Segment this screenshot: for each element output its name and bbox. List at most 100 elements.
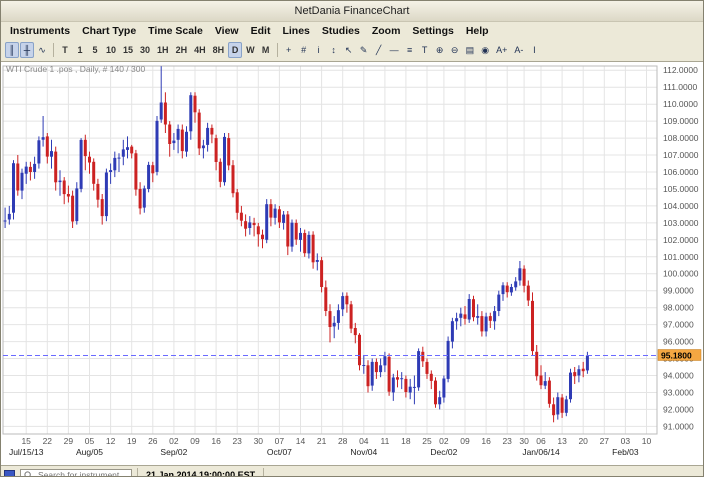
zoom-out-icon[interactable]: ⊖	[448, 42, 462, 58]
period-button-1h[interactable]: 1H	[154, 42, 172, 58]
svg-text:Sep/02: Sep/02	[160, 447, 187, 457]
svg-text:98.0000: 98.0000	[663, 303, 694, 313]
menu-chart-type[interactable]: Chart Type	[76, 24, 142, 38]
bar-chart-icon[interactable]: ╫	[20, 42, 34, 58]
toolbar-separator	[277, 43, 278, 57]
pencil-icon[interactable]: ✎	[357, 42, 371, 58]
statusbar-app-icon	[4, 470, 15, 477]
svg-text:14: 14	[296, 436, 306, 446]
period-button-10m[interactable]: 10	[103, 42, 119, 58]
period-button-2h[interactable]: 2H	[173, 42, 191, 58]
svg-text:111.0000: 111.0000	[663, 82, 697, 92]
period-button-5m[interactable]: 5	[88, 42, 102, 58]
menu-settings[interactable]: Settings	[406, 24, 459, 38]
svg-text:106.0000: 106.0000	[663, 167, 699, 177]
svg-text:19: 19	[127, 436, 137, 446]
period-button-daily[interactable]: D	[228, 42, 242, 58]
candlestick-chart[interactable]: 91.000092.000093.000094.000095.000096.00…	[1, 62, 703, 460]
font-increase-icon[interactable]: A+	[493, 42, 510, 58]
svg-text:107.0000: 107.0000	[663, 150, 699, 160]
menu-studies[interactable]: Studies	[316, 24, 366, 38]
period-button-weekly[interactable]: W	[243, 42, 258, 58]
menu-lines[interactable]: Lines	[276, 24, 315, 38]
svg-text:93.0000: 93.0000	[663, 388, 694, 398]
svg-text:92.0000: 92.0000	[663, 404, 694, 414]
zoom-in-icon[interactable]: ⊕	[433, 42, 447, 58]
svg-text:10: 10	[642, 436, 652, 446]
svg-text:13: 13	[557, 436, 567, 446]
svg-text:09: 09	[460, 436, 470, 446]
search-input[interactable]	[36, 469, 130, 477]
svg-text:16: 16	[481, 436, 491, 446]
svg-text:Oct/07: Oct/07	[267, 447, 292, 457]
svg-text:94.0000: 94.0000	[663, 371, 694, 381]
svg-text:102.0000: 102.0000	[663, 235, 699, 245]
period-button-monthly[interactable]: M	[259, 42, 273, 58]
svg-text:99.0000: 99.0000	[663, 286, 694, 296]
svg-text:22: 22	[43, 436, 53, 446]
svg-text:108.0000: 108.0000	[663, 133, 699, 143]
svg-text:Dec/02: Dec/02	[430, 447, 457, 457]
menu-help[interactable]: Help	[460, 24, 495, 38]
svg-text:21: 21	[317, 436, 327, 446]
svg-text:96.0000: 96.0000	[663, 337, 694, 347]
svg-text:23: 23	[502, 436, 512, 446]
period-button-1m[interactable]: 1	[73, 42, 87, 58]
text-tool-icon[interactable]: T	[418, 42, 432, 58]
period-button-4h[interactable]: 4H	[191, 42, 209, 58]
menu-edit[interactable]: Edit	[245, 24, 277, 38]
search-icon	[24, 471, 33, 477]
svg-text:Nov/04: Nov/04	[350, 447, 377, 457]
info-icon[interactable]: i	[312, 42, 326, 58]
svg-text:103.0000: 103.0000	[663, 218, 699, 228]
svg-text:20: 20	[578, 436, 588, 446]
trendline-icon[interactable]: ╱	[372, 42, 386, 58]
svg-text:Aug/05: Aug/05	[76, 447, 103, 457]
menu-view[interactable]: View	[209, 24, 245, 38]
vertical-scale-icon[interactable]: ↕	[327, 42, 341, 58]
toolbar-separator	[53, 43, 54, 57]
svg-text:Feb/03: Feb/03	[612, 447, 639, 457]
crosshair-icon[interactable]: +	[282, 42, 296, 58]
line-chart-icon[interactable]: ∿	[35, 42, 49, 58]
svg-text:09: 09	[190, 436, 200, 446]
menu-zoom[interactable]: Zoom	[366, 24, 407, 38]
svg-text:12: 12	[106, 436, 116, 446]
svg-text:30: 30	[254, 436, 264, 446]
period-button-15m[interactable]: 15	[120, 42, 136, 58]
measure-icon[interactable]: I	[527, 42, 541, 58]
instrument-label: WTI Crude 1 .pos , Daily, # 140 / 300	[6, 64, 145, 74]
svg-text:29: 29	[64, 436, 74, 446]
window-title: NetDania FinanceChart	[295, 5, 410, 17]
svg-text:109.0000: 109.0000	[663, 116, 699, 126]
svg-text:06: 06	[536, 436, 546, 446]
candlestick-chart-icon[interactable]: ║	[5, 42, 19, 58]
svg-text:95.1800: 95.1800	[661, 351, 692, 361]
svg-text:100.0000: 100.0000	[663, 269, 699, 279]
svg-text:25: 25	[422, 436, 432, 446]
horizontal-line-icon[interactable]: —	[387, 42, 402, 58]
svg-text:27: 27	[600, 436, 610, 446]
font-decrease-icon[interactable]: A-	[511, 42, 526, 58]
period-button-tick[interactable]: T	[58, 42, 72, 58]
svg-text:Jul/15/13: Jul/15/13	[9, 447, 44, 457]
fibonacci-icon[interactable]: ≡	[403, 42, 417, 58]
svg-text:91.0000: 91.0000	[663, 421, 694, 431]
chart-area: WTI Crude 1 .pos , Daily, # 140 / 300 91…	[1, 61, 703, 465]
menu-instruments[interactable]: Instruments	[4, 24, 76, 38]
period-button-30m[interactable]: 30	[137, 42, 153, 58]
svg-text:04: 04	[359, 436, 369, 446]
search-box[interactable]	[20, 469, 132, 477]
menu-time-scale[interactable]: Time Scale	[142, 24, 209, 38]
print-icon[interactable]: ▤	[463, 42, 478, 58]
period-button-8h[interactable]: 8H	[210, 42, 228, 58]
svg-text:18: 18	[401, 436, 411, 446]
grid-icon[interactable]: #	[297, 42, 311, 58]
pointer-icon[interactable]: ↖	[342, 42, 356, 58]
svg-text:03: 03	[621, 436, 631, 446]
svg-text:15: 15	[21, 436, 31, 446]
svg-text:23: 23	[232, 436, 242, 446]
toolbar: ║╫∿T151015301H2H4H8HDWM+#i↕↖✎╱—≡T⊕⊖▤◉A+A…	[1, 39, 703, 61]
status-bar: 21 Jan 2014 19:00:00 EST	[1, 465, 703, 477]
snapshot-icon[interactable]: ◉	[478, 42, 492, 58]
